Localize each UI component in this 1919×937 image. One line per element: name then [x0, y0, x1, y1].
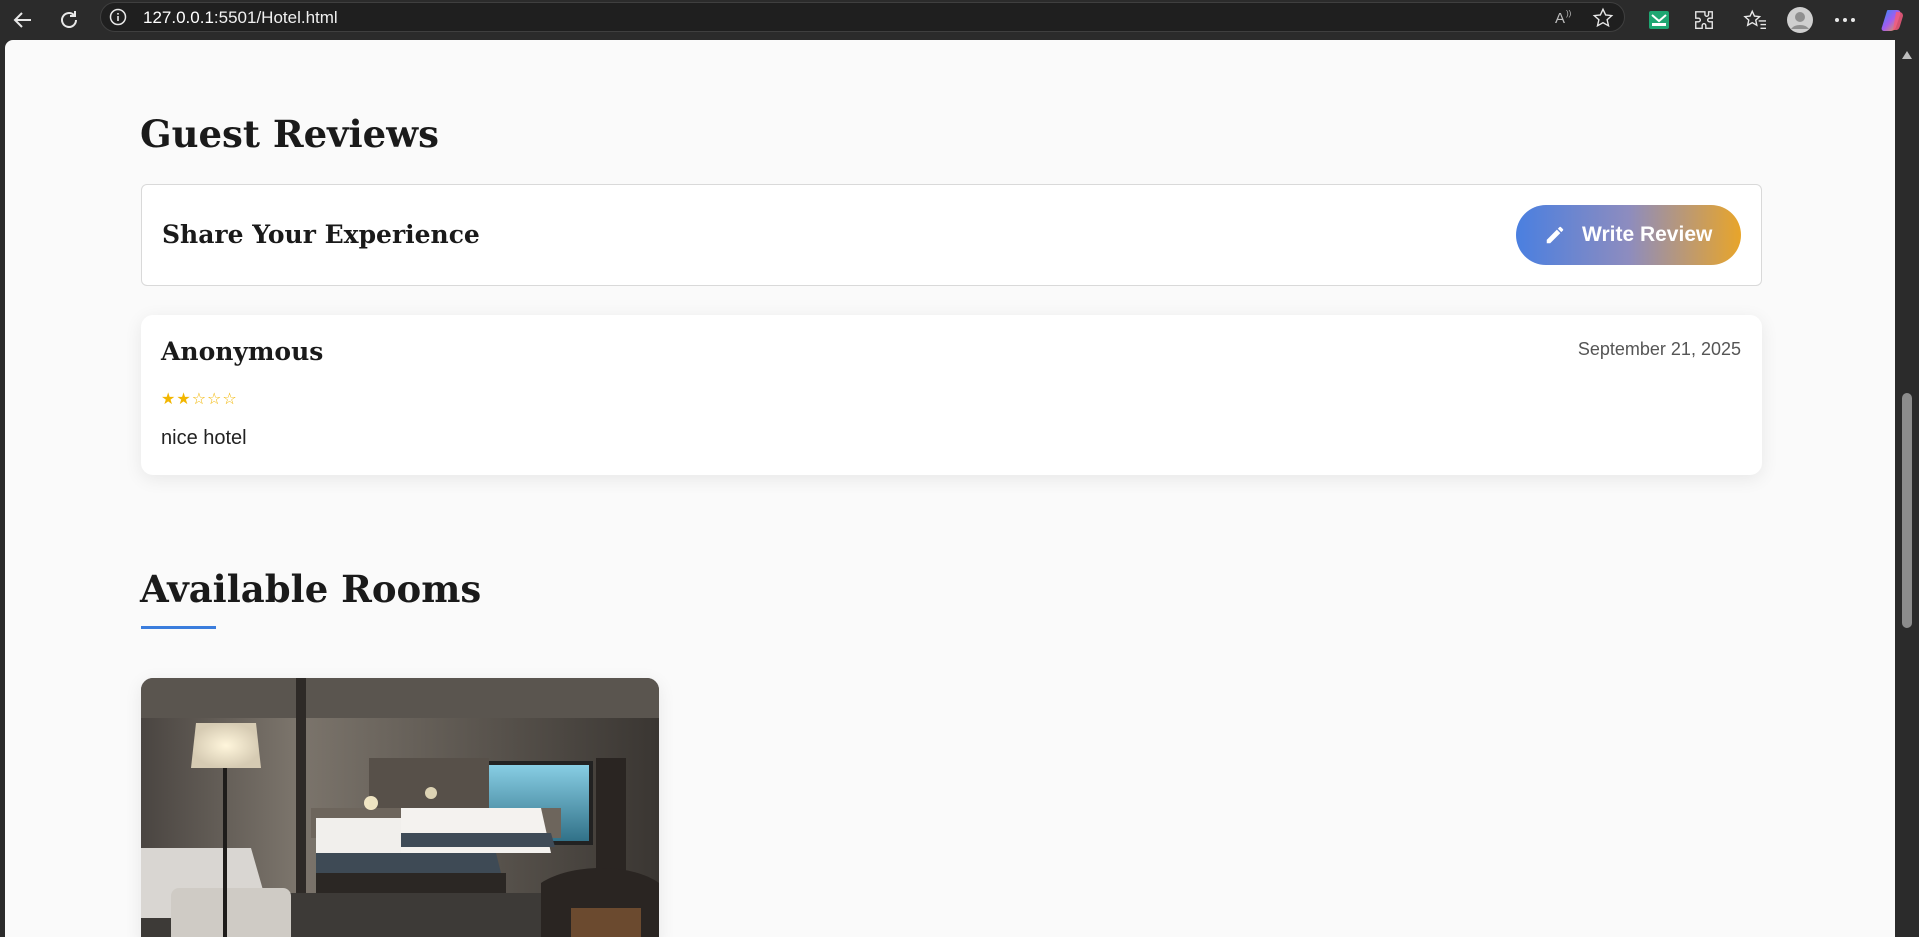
mail-extension-button[interactable] — [1643, 4, 1675, 36]
profile-icon — [1787, 7, 1813, 33]
browser-toolbar: 127.0.0.1:5501/Hotel.html A)) — [0, 0, 1919, 40]
room-card[interactable] — [141, 678, 659, 937]
address-bar[interactable]: 127.0.0.1:5501/Hotel.html A)) — [100, 2, 1625, 32]
share-experience-box: Share Your Experience Write Review — [141, 184, 1762, 286]
share-experience-title: Share Your Experience — [162, 220, 480, 249]
svg-text:A: A — [1555, 10, 1565, 27]
more-icon — [1835, 18, 1855, 22]
extensions-button[interactable] — [1688, 4, 1720, 36]
more-button[interactable] — [1829, 4, 1861, 36]
review-date: September 21, 2025 — [1577, 339, 1741, 359]
copilot-icon — [1881, 10, 1903, 31]
favorite-star-icon[interactable] — [1592, 7, 1614, 34]
pencil-icon — [1544, 224, 1566, 246]
rooms-heading-underline — [141, 626, 216, 629]
extensions-icon — [1695, 11, 1713, 29]
review-author: Anonymous — [161, 337, 324, 366]
page-viewport: Guest Reviews Share Your Experience Writ… — [5, 40, 1895, 937]
reload-icon — [61, 11, 77, 28]
back-icon — [13, 12, 31, 28]
review-card: Anonymous September 21, 2025 ★★☆☆☆ nice … — [141, 315, 1762, 475]
page-scrollbar[interactable] — [1895, 40, 1919, 937]
reviews-heading: Guest Reviews — [140, 112, 439, 156]
review-rating-stars: ★★☆☆☆ — [161, 391, 238, 408]
svg-text:)): )) — [1566, 9, 1572, 18]
favorites-icon — [1743, 9, 1766, 29]
favorites-button[interactable] — [1739, 4, 1771, 36]
copilot-button[interactable] — [1877, 4, 1909, 36]
reload-button[interactable] — [53, 4, 85, 36]
scroll-up-arrow-icon[interactable] — [1901, 50, 1913, 60]
mail-extension-icon — [1649, 11, 1669, 29]
write-review-label: Write Review — [1582, 223, 1713, 246]
info-icon[interactable] — [109, 8, 127, 31]
read-aloud-icon[interactable]: A)) — [1554, 7, 1576, 32]
review-text: nice hotel — [161, 427, 247, 449]
url-path: :5501/Hotel.html — [213, 8, 338, 27]
profile-button[interactable] — [1784, 4, 1816, 36]
room-image — [141, 678, 659, 937]
scrollbar-thumb[interactable] — [1902, 393, 1912, 628]
url-host: 127.0.0.1 — [143, 8, 214, 27]
url-text[interactable]: 127.0.0.1:5501/Hotel.html — [143, 8, 338, 28]
write-review-button[interactable]: Write Review — [1516, 205, 1741, 265]
rooms-heading: Available Rooms — [140, 567, 482, 611]
back-button[interactable] — [7, 4, 39, 36]
